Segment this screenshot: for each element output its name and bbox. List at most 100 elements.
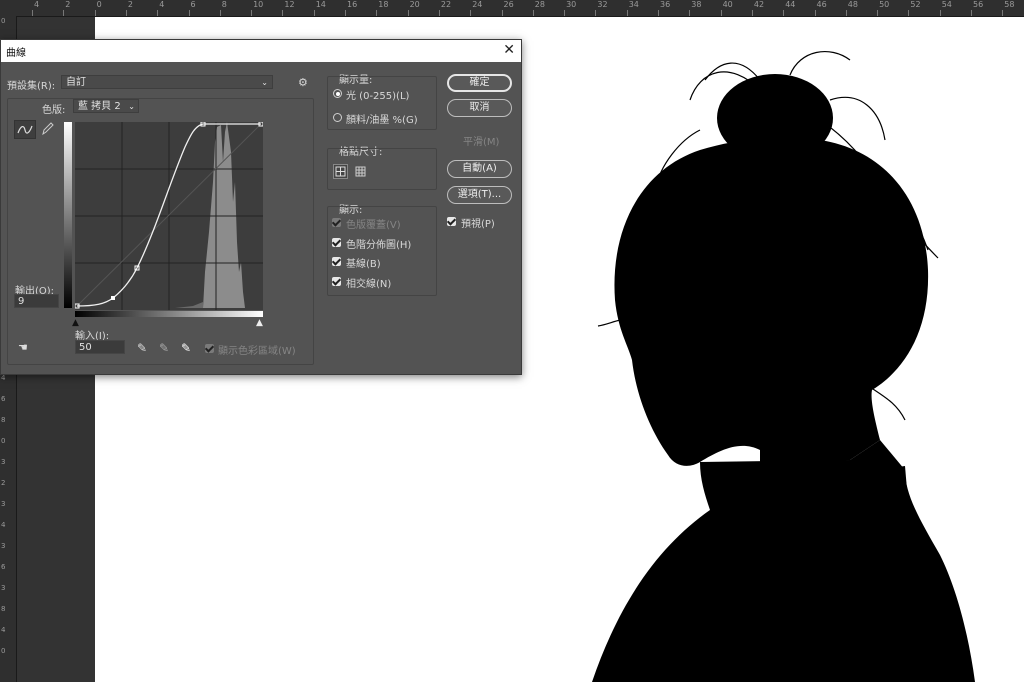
ruler-tick-label: 0: [1, 647, 6, 655]
ruler-tick-label: 58: [1004, 0, 1015, 9]
histogram-label: 色階分佈圖(H): [346, 240, 412, 251]
histogram-checkbox[interactable]: [332, 238, 341, 247]
ruler-top: 4 2 0 2 4 6 8 10 12 14 16 18 20 22 24 26 28 30 32 34 36 38 40 4…: [0, 0, 1024, 17]
baseline-checkbox[interactable]: [332, 257, 341, 266]
ruler-tick-label: 2: [65, 0, 71, 9]
light-radio[interactable]: [333, 89, 342, 98]
ruler-tick-label: 20: [409, 0, 420, 9]
preset-select[interactable]: 自訂 ⌄: [61, 75, 273, 89]
ruler-tick: [501, 10, 503, 16]
ruler-tick-label: 16: [347, 0, 358, 9]
preview-checkbox[interactable]: [447, 217, 456, 226]
output-gradient-bar: [64, 122, 72, 308]
ruler-tick: [438, 10, 440, 16]
grid-4-icon: [335, 166, 346, 177]
curve-point[interactable]: [111, 296, 115, 300]
chevron-down-icon: ⌄: [128, 102, 135, 111]
ruler-tick: [939, 10, 941, 16]
pencil-icon: [42, 122, 54, 136]
preview-label: 預視(P): [461, 219, 495, 230]
ruler-tick-label: 6: [1, 395, 6, 403]
ruler-tick-label: 26: [503, 0, 514, 9]
ruler-tick-label: 2: [1, 479, 6, 487]
curves-graph[interactable]: [75, 122, 263, 310]
ruler-tick: [32, 10, 33, 16]
cancel-button[interactable]: 取消: [447, 99, 512, 117]
pigment-radio[interactable]: [333, 113, 342, 122]
ruler-tick-label: 6: [1, 563, 6, 571]
ruler-tick-label: 14: [315, 0, 326, 9]
ruler-tick-label: 22: [440, 0, 452, 9]
ruler-tick-label: 3: [1, 584, 6, 592]
ruler-tick: [720, 10, 722, 16]
close-icon[interactable]: ✕: [503, 42, 515, 58]
curves-dialog: 曲線 ✕ 預設集(R): 自訂 ⌄ ⚙ 色版: 藍 拷貝 2 ⌄ ▲ ▲ 輸出(…: [0, 39, 522, 375]
ruler-tick: [783, 10, 785, 16]
ruler-tick-label: 52: [910, 0, 921, 9]
ruler-tick-label: 38: [691, 0, 702, 9]
ruler-tick: [532, 10, 534, 16]
preset-value: 自訂: [66, 77, 86, 88]
curve-tool-icon: [17, 125, 33, 134]
ruler-tick: [470, 10, 472, 16]
input-field[interactable]: 50: [75, 340, 125, 354]
ruler-tick-label: 24: [472, 0, 483, 9]
detailed-grid-button[interactable]: [353, 164, 368, 179]
ruler-tick: [845, 10, 847, 16]
intersection-checkbox[interactable]: [332, 277, 341, 286]
ok-button[interactable]: 確定: [447, 74, 512, 92]
ruler-tick: [63, 10, 65, 16]
ruler-tick: [157, 10, 159, 16]
white-eyedropper-icon[interactable]: ✎: [181, 341, 191, 355]
ruler-tick: [251, 10, 253, 16]
ruler-tick-label: 50: [879, 0, 890, 9]
show-clipping-label: 顯示色彩區域(W): [218, 346, 296, 357]
curve-point-tool-button[interactable]: [14, 120, 36, 139]
ruler-tick: [125, 10, 127, 16]
channel-select[interactable]: 藍 拷貝 2 ⌄: [73, 99, 139, 113]
ruler-tick: [908, 10, 910, 16]
output-field[interactable]: 9: [14, 294, 59, 308]
ruler-tick: [595, 10, 597, 16]
ruler-tick-label: 8: [1, 605, 6, 613]
black-eyedropper-icon[interactable]: ✎: [137, 341, 147, 355]
options-button[interactable]: 選項(T)...: [447, 186, 512, 204]
ruler-tick: [282, 10, 284, 16]
gray-eyedropper-icon[interactable]: ✎: [159, 341, 169, 355]
ruler-tick: [626, 10, 628, 16]
white-point-slider[interactable]: ▲: [256, 318, 263, 328]
show-clipping-checkbox[interactable]: [205, 344, 214, 353]
smooth-button[interactable]: 平滑(M): [463, 133, 499, 148]
ruler-tick-label: 40: [722, 0, 733, 9]
chevron-down-icon: ⌄: [261, 78, 268, 87]
intersection-label: 相交線(N): [346, 279, 392, 290]
pigment-label: 顏料/油墨 %(G): [346, 115, 418, 126]
ruler-tick: [376, 10, 378, 16]
pencil-tool-button[interactable]: [38, 120, 56, 137]
ruler-tick-label: 12: [284, 0, 295, 9]
channel-overlays-label: 色版覆蓋(V): [346, 220, 401, 231]
ruler-tick: [345, 10, 346, 16]
ruler-tick-label: 46: [816, 0, 827, 9]
ruler-tick: [877, 10, 879, 16]
ruler-tick: [751, 10, 753, 16]
ruler-tick-label: 54: [941, 0, 952, 9]
ruler-tick: [407, 10, 409, 16]
dialog-title: 曲線: [6, 48, 26, 59]
dialog-titlebar[interactable]: 曲線 ✕: [1, 40, 521, 62]
ruler-tick-label: 4: [159, 0, 165, 9]
ruler-tick-label: 30: [566, 0, 577, 9]
simple-grid-button[interactable]: [333, 164, 348, 179]
gear-icon[interactable]: ⚙: [298, 76, 308, 89]
preset-label: 預設集(R):: [7, 81, 56, 92]
ruler-tick: [658, 10, 659, 16]
light-label: 光 (0-255)(L): [346, 91, 410, 102]
baseline-label: 基線(B): [346, 259, 381, 270]
channel-label: 色版:: [42, 105, 66, 116]
ruler-tick-label: 4: [1, 626, 6, 634]
ruler-tick: [219, 10, 221, 16]
ruler-tick-label: 3: [1, 542, 6, 550]
targeted-adjustment-icon[interactable]: ☚: [18, 341, 28, 354]
auto-button[interactable]: 自動(A): [447, 160, 512, 178]
channel-overlays-checkbox[interactable]: [332, 218, 341, 227]
